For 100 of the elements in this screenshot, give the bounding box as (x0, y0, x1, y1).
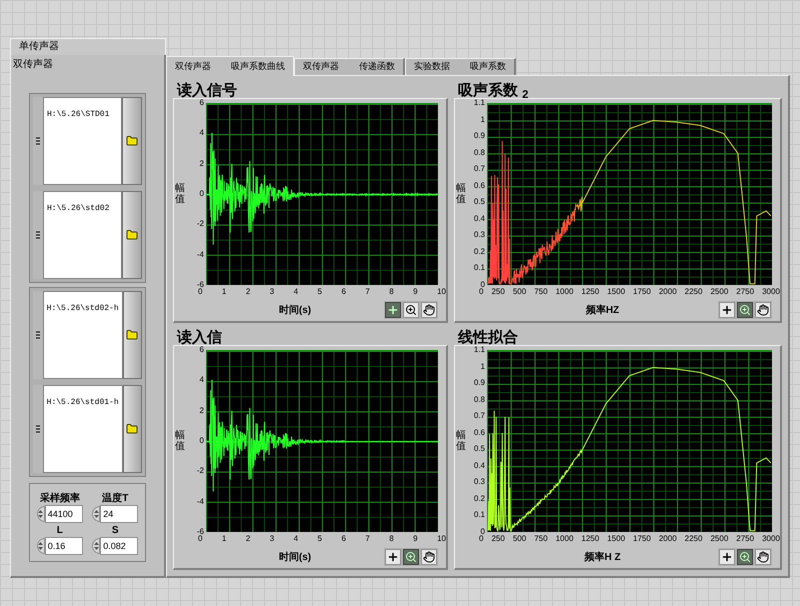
path-field[interactable]: H:\5.26\std02 (43, 191, 122, 279)
graph-title: 吸声系数 $_{2}$ (458, 83, 528, 98)
x-tick-label: 1500 (607, 533, 626, 545)
tab-label: 双传声器 (303, 60, 339, 74)
y-tick-label: 0.2 (474, 494, 485, 504)
index-marker-icon (36, 231, 40, 239)
y-tick-label: 0.9 (474, 378, 485, 388)
hand-icon (423, 304, 435, 316)
y-tick-label: 1.1 (474, 345, 485, 355)
folder-icon (126, 423, 138, 435)
graph-tool-button[interactable] (403, 549, 419, 565)
graph-tool-button[interactable] (755, 302, 771, 318)
parameter-label: 温度T (102, 491, 128, 504)
index-marker-icon (36, 137, 40, 145)
graph-title: 线性拟合 (458, 330, 518, 345)
folder-icon (126, 135, 138, 147)
x-tick-label: 4 (294, 286, 298, 298)
x-tick-label: 2 (246, 533, 250, 545)
x-tick-label: 3 (270, 286, 274, 298)
x-tick-label: 500 (512, 533, 526, 545)
x-tick-label: 5 (318, 533, 322, 545)
x-tick-label: 2750 (736, 286, 754, 298)
x-tick-label: 10 (437, 286, 446, 298)
graph-tool-button[interactable] (403, 302, 419, 318)
spinner-arrows-icon (94, 540, 99, 550)
y-tick-label: 0.5 (474, 197, 485, 208)
x-tick-label: 5 (318, 286, 322, 298)
y-axis-label: 幅值 (175, 430, 185, 452)
spinner-control[interactable] (92, 538, 100, 554)
x-tick-label: 2500 (710, 286, 728, 298)
y-tick-label: 0.1 (474, 510, 485, 520)
spinner-control[interactable] (36, 506, 45, 522)
numeric-field[interactable]: 0.16 (44, 536, 83, 554)
path-field[interactable]: H:\5.26\STD01 (43, 97, 122, 185)
graph-tool-button[interactable] (421, 549, 437, 565)
graph-title: 读入信 (177, 330, 222, 345)
graph-tool-button[interactable] (421, 302, 437, 318)
path-field[interactable]: H:\5.26\std01-h (42, 385, 123, 473)
y-tick-label: 0 (480, 280, 485, 289)
browse-button[interactable] (122, 191, 142, 279)
y-tick-label: 4 (200, 128, 204, 138)
y-tick-label: 0.3 (474, 230, 485, 240)
tab[interactable]: 双传声器 吸声系数曲线 (166, 56, 294, 76)
x-tick-label: 1250 (581, 286, 600, 298)
x-tick-label: 0 (479, 287, 484, 298)
spinner-control[interactable] (92, 506, 100, 522)
tab[interactable]: 双传声器 传递函数 (294, 58, 405, 75)
index-marker-icon (36, 331, 40, 339)
graph-tool-button[interactable] (385, 302, 401, 318)
numeric-field[interactable]: 0.082 (100, 536, 138, 554)
folder-icon (126, 329, 138, 341)
x-tick-label: 0 (479, 534, 484, 545)
graph-tool-button[interactable] (737, 302, 753, 318)
x-tick-label: 4 (294, 533, 298, 545)
y-tick-label: 0.1 (474, 263, 485, 274)
spinner-arrows-icon (38, 508, 44, 518)
x-tick-label: 7 (365, 533, 370, 545)
parameter-label: 采样频率 (40, 491, 80, 504)
spinner-control[interactable] (36, 538, 45, 554)
x-tick-label: 9 (413, 286, 418, 298)
browse-button[interactable] (122, 97, 142, 185)
y-tick-label: 0 (480, 526, 485, 536)
x-tick-label: 750 (534, 286, 548, 298)
crosshair-icon (721, 304, 733, 316)
graph-tool-button[interactable] (755, 549, 771, 565)
numeric-field[interactable]: 44100 (44, 504, 83, 522)
y-axis-label: 幅值 (175, 183, 185, 205)
x-tick-label: 1500 (607, 286, 626, 298)
browse-button[interactable] (122, 291, 142, 379)
x-tick-label: 2250 (684, 533, 702, 545)
y-tick-label: 0.8 (474, 148, 485, 158)
x-tick-label: 2750 (736, 533, 754, 545)
graph-tool-button[interactable] (737, 549, 753, 565)
y-axis-label: 幅值 (456, 430, 466, 452)
graph-tool-button[interactable] (385, 549, 401, 565)
tab-label: 实验数据 (414, 60, 450, 74)
y-tick-label: 0.7 (474, 411, 485, 422)
graph-title: 读入信号 (177, 83, 237, 98)
y-tick-label: -2 (196, 219, 204, 230)
panel-title: 双传声器 (13, 58, 54, 72)
x-tick-label: 2000 (658, 533, 677, 545)
y-tick-label: 1 (480, 114, 485, 125)
outer-tab[interactable]: 单传声器 (10, 38, 166, 55)
y-tick-label: -4 (196, 250, 204, 260)
x-tick-label: 3000 (762, 533, 780, 545)
parameter-label: L (56, 524, 63, 536)
numeric-field[interactable]: 24 (100, 504, 138, 522)
graph-tool-button[interactable] (719, 302, 735, 318)
y-axis-label: 幅值 (456, 183, 466, 205)
path-field[interactable]: H:\5.26\std02-h (42, 291, 123, 379)
graph-tool-button[interactable] (719, 549, 735, 565)
x-tick-label: 1250 (581, 533, 600, 545)
x-tick-label: 1000 (556, 533, 574, 545)
y-tick-label: 0.2 (474, 246, 485, 257)
y-tick-label: 0.6 (474, 180, 485, 191)
y-tick-label: 0.3 (474, 477, 485, 488)
y-tick-label: 4 (200, 375, 204, 386)
tab[interactable]: 实验数据 吸声系数 (405, 58, 516, 75)
browse-button[interactable] (122, 385, 142, 473)
y-tick-label: 6 (200, 98, 204, 108)
